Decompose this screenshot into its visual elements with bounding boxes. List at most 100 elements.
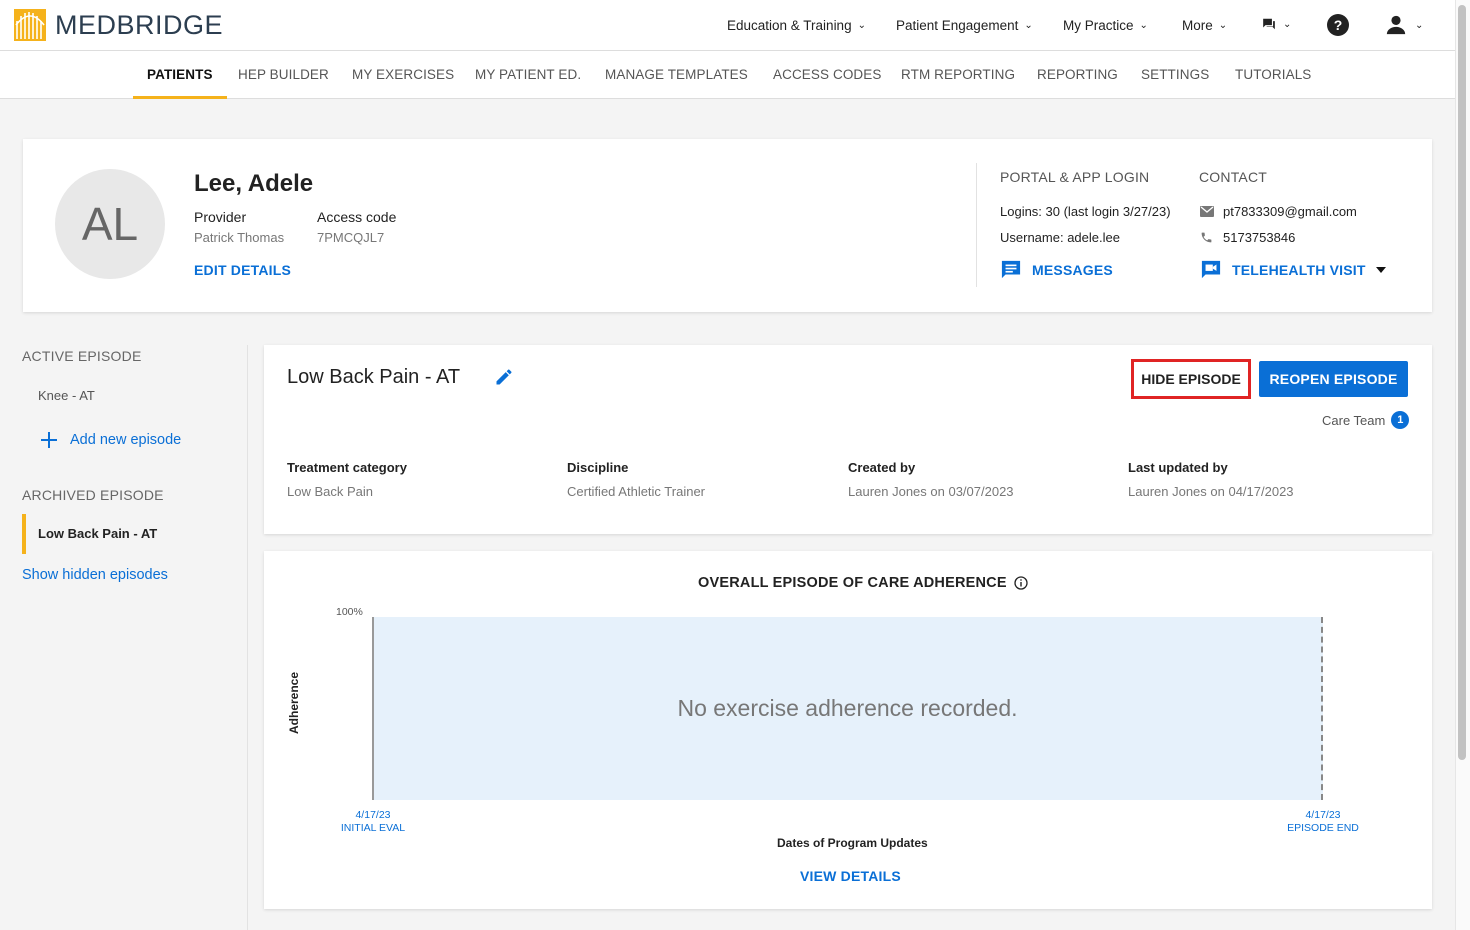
nav-education-training[interactable]: Education & Training ⌄ <box>727 0 866 51</box>
account-menu-button[interactable]: ⌄ <box>1385 14 1423 36</box>
episode-title: Low Back Pain - AT <box>287 366 461 388</box>
medbridge-logo[interactable]: MEDBRIDGE <box>14 9 223 41</box>
hide-episode-button[interactable]: HIDE EPISODE <box>1131 359 1251 399</box>
username: Username: adele.lee <box>1000 230 1120 245</box>
care-team-count-badge: 1 <box>1391 411 1410 429</box>
x-tick-start: 4/17/23 INITIAL EVAL <box>333 809 413 835</box>
chat-icon <box>1263 18 1275 30</box>
tab-tutorials[interactable]: TUTORIALS <box>1235 51 1311 99</box>
email-icon <box>1200 206 1214 217</box>
archived-episode-label: Low Back Pain - AT <box>38 526 158 541</box>
telehealth-visit-button[interactable]: TELEHEALTH VISIT <box>1200 260 1386 280</box>
x-tick-end-label: EPISODE END <box>1287 822 1359 834</box>
info-icon[interactable] <box>1014 576 1028 590</box>
contact-phone: 5173753846 <box>1200 230 1295 245</box>
nav-label: Education & Training <box>727 18 852 33</box>
email-value: pt7833309@gmail.com <box>1223 204 1357 219</box>
tab-reporting[interactable]: REPORTING <box>1037 51 1118 99</box>
chevron-down-icon: ⌄ <box>1139 20 1148 31</box>
x-tick-start-label: INITIAL EVAL <box>340 822 406 834</box>
chevron-down-icon: ⌄ <box>1024 20 1033 31</box>
contact-title: CONTACT <box>1199 169 1268 185</box>
last-updated-label: Last updated by <box>1128 460 1228 475</box>
telehealth-label: TELEHEALTH VISIT <box>1232 262 1366 278</box>
x-tick-start-date: 4/17/23 <box>355 809 391 821</box>
chevron-down-icon: ⌄ <box>857 20 866 31</box>
tab-manage-templates[interactable]: MANAGE TEMPLATES <box>605 51 748 99</box>
discipline-label: Discipline <box>567 460 629 475</box>
tab-hep-builder[interactable]: HEP BUILDER <box>238 51 329 99</box>
access-code-label: Access code <box>317 209 397 225</box>
archived-episode-title: ARCHIVED EPISODE <box>22 487 164 503</box>
add-new-episode-button[interactable]: Add new episode <box>40 431 181 449</box>
patient-name: Lee, Adele <box>194 170 314 197</box>
tab-settings[interactable]: SETTINGS <box>1141 51 1209 99</box>
phone-value: 5173753846 <box>1223 230 1296 245</box>
sidebar-divider <box>247 345 248 930</box>
logins-count: Logins: 30 (last login 3/27/23) <box>1000 204 1171 219</box>
provider-value: Patrick Thomas <box>194 230 285 245</box>
view-details-link[interactable]: VIEW DETAILS <box>800 868 901 884</box>
tab-patients[interactable]: PATIENTS <box>133 51 227 99</box>
nav-label: Patient Engagement <box>896 18 1019 33</box>
chevron-down-icon: ⌄ <box>1283 18 1292 30</box>
messages-button[interactable]: MESSAGES <box>1000 260 1113 280</box>
y-axis-label: Adherence <box>287 671 301 734</box>
page-scrollbar-thumb[interactable] <box>1458 5 1466 760</box>
active-episode-item[interactable]: Knee - AT <box>38 388 95 403</box>
video-call-icon <box>1201 260 1221 279</box>
patient-avatar: AL <box>55 169 165 279</box>
tab-access-codes[interactable]: ACCESS CODES <box>773 51 881 99</box>
svg-text:?: ? <box>1334 17 1343 33</box>
no-data-message: No exercise adherence recorded. <box>677 695 1018 721</box>
last-updated-value: Lauren Jones on 04/17/2023 <box>1128 484 1294 499</box>
logo-text: MEDBRIDGE <box>55 9 224 40</box>
caret-down-icon <box>1375 267 1386 273</box>
chart-title: OVERALL EPISODE OF CARE ADHERENCE <box>698 575 1007 591</box>
plus-icon <box>41 432 57 448</box>
portal-login-title: PORTAL & APP LOGIN <box>1000 169 1150 185</box>
nav-label: My Practice <box>1063 18 1134 33</box>
edit-episode-button[interactable] <box>494 367 514 392</box>
chart-title-row: OVERALL EPISODE OF CARE ADHERENCE <box>698 575 1028 591</box>
created-by-value: Lauren Jones on 03/07/2023 <box>848 484 1014 499</box>
created-by-label: Created by <box>848 460 916 475</box>
nav-label: More <box>1182 18 1213 33</box>
tab-my-exercises[interactable]: MY EXERCISES <box>352 51 454 99</box>
tab-my-patient-ed[interactable]: MY PATIENT ED. <box>475 51 581 99</box>
x-tick-end-date: 4/17/23 <box>1305 809 1341 821</box>
tab-rtm-reporting[interactable]: RTM REPORTING <box>901 51 1015 99</box>
access-code-value: 7PMCQJL7 <box>317 230 385 245</box>
contact-email: pt7833309@gmail.com <box>1200 204 1357 219</box>
person-icon <box>1386 15 1406 35</box>
nav-my-practice[interactable]: My Practice ⌄ <box>1063 0 1148 51</box>
archived-episode-item[interactable]: Low Back Pain - AT <box>22 514 242 554</box>
card-divider <box>976 163 977 287</box>
pencil-icon <box>496 369 512 385</box>
sub-navigation: PATIENTS HEP BUILDER MY EXERCISES MY PAT… <box>0 51 1455 99</box>
messages-label: MESSAGES <box>1032 262 1113 278</box>
add-new-episode-label: Add new episode <box>70 432 182 448</box>
provider-label: Provider <box>194 209 247 225</box>
treatment-category-value: Low Back Pain <box>287 484 373 499</box>
phone-icon <box>1201 232 1212 243</box>
top-header: MEDBRIDGE Education & Training ⌄ Patient … <box>0 0 1455 51</box>
treatment-category-label: Treatment category <box>287 460 407 475</box>
care-team-button[interactable]: Care Team 1 <box>1322 411 1410 429</box>
help-icon: ? <box>1327 14 1349 36</box>
discipline-value: Certified Athletic Trainer <box>567 484 706 499</box>
chat-menu-button[interactable]: ⌄ <box>1262 17 1291 31</box>
care-team-label: Care Team <box>1322 412 1386 428</box>
help-button[interactable]: ? <box>1327 14 1349 36</box>
active-episode-title: ACTIVE EPISODE <box>22 348 142 364</box>
chevron-down-icon: ⌄ <box>1415 19 1424 31</box>
show-hidden-episodes-link[interactable]: Show hidden episodes <box>22 567 168 583</box>
patient-header-card <box>23 139 1432 312</box>
y-tick-label: 100% <box>336 606 363 618</box>
chevron-down-icon: ⌄ <box>1218 20 1228 31</box>
nav-more[interactable]: More ⌄ <box>1182 0 1227 51</box>
edit-details-link[interactable]: EDIT DETAILS <box>194 262 291 278</box>
logo-mark-icon <box>14 9 46 41</box>
reopen-episode-button[interactable]: REOPEN EPISODE <box>1259 361 1408 397</box>
nav-patient-engagement[interactable]: Patient Engagement ⌄ <box>896 0 1033 51</box>
